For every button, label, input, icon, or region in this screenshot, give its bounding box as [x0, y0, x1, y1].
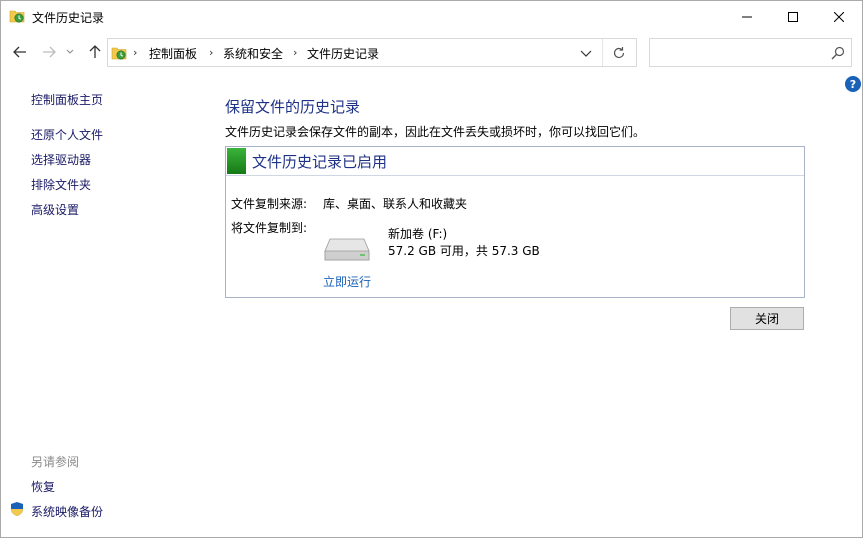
- address-divider: [602, 39, 603, 66]
- up-button[interactable]: [85, 43, 105, 61]
- sidebar-item-recovery[interactable]: 恢复: [31, 478, 55, 495]
- search-icon: [831, 46, 845, 60]
- arrow-right-icon: [43, 46, 56, 58]
- source-label: 文件复制来源:: [231, 197, 308, 211]
- drive-icon: [324, 238, 370, 261]
- panel-header: 文件历史记录已启用: [226, 147, 804, 176]
- breadcrumb-control-panel[interactable]: 控制面板: [149, 45, 197, 62]
- breadcrumb-system-security[interactable]: 系统和安全: [223, 45, 283, 62]
- navigation-bar: › 控制面板 › 系统和安全 › 文件历史记录: [1, 35, 862, 69]
- target-label: 将文件复制到:: [231, 221, 308, 235]
- chevron-down-icon[interactable]: [578, 45, 594, 61]
- address-bar[interactable]: › 控制面板 › 系统和安全 › 文件历史记录: [107, 38, 637, 67]
- file-history-icon: [111, 47, 127, 60]
- status-indicator: [227, 148, 246, 174]
- see-also-heading: 另请参阅: [31, 455, 80, 469]
- file-history-window: 文件历史记录 › 控制面板 › 系统和安全 › 文件历史记录 ? 控制面板主页 …: [0, 0, 863, 538]
- help-button[interactable]: ?: [845, 76, 861, 92]
- arrow-up-icon: [89, 45, 101, 58]
- chevron-down-icon: [66, 49, 74, 54]
- source-value: 库、桌面、联系人和收藏夹: [323, 197, 468, 211]
- arrow-left-icon: [13, 46, 26, 58]
- breadcrumb-file-history[interactable]: 文件历史记录: [307, 45, 379, 62]
- recent-locations-button[interactable]: [63, 43, 77, 61]
- page-description: 文件历史记录会保存文件的副本，因此在文件丢失或损坏时，你可以找回它们。: [225, 125, 646, 139]
- drive-name: 新加卷 (F:): [388, 227, 448, 241]
- page-title: 保留文件的历史记录: [225, 98, 361, 116]
- forward-button[interactable]: [39, 43, 59, 61]
- sidebar-item-select-drive[interactable]: 选择驱动器: [31, 151, 91, 168]
- maximize-button[interactable]: [770, 1, 816, 32]
- status-title: 文件历史记录已启用: [252, 153, 388, 171]
- file-history-icon: [9, 10, 25, 23]
- title-bar: 文件历史记录: [1, 1, 862, 32]
- minimize-button[interactable]: [724, 1, 770, 32]
- file-history-status-panel: 文件历史记录已启用 文件复制来源: 库、桌面、联系人和收藏夹 将文件复制到: 新…: [225, 146, 805, 298]
- close-window-button[interactable]: [816, 1, 862, 32]
- maximize-icon: [788, 11, 798, 22]
- search-input[interactable]: [649, 38, 852, 67]
- sidebar-item-control-panel-home[interactable]: 控制面板主页: [31, 91, 103, 108]
- sidebar-item-system-image-backup[interactable]: 系统映像备份: [31, 503, 103, 520]
- chevron-right-icon[interactable]: ›: [209, 46, 213, 59]
- close-icon: [834, 11, 844, 22]
- refresh-icon[interactable]: [611, 45, 627, 61]
- sidebar-item-restore-files[interactable]: 还原个人文件: [31, 126, 103, 143]
- back-button[interactable]: [10, 43, 30, 61]
- sidebar-item-advanced-settings[interactable]: 高级设置: [31, 201, 79, 218]
- chevron-right-icon[interactable]: ›: [293, 46, 297, 59]
- sidebar-item-exclude-folders[interactable]: 排除文件夹: [31, 176, 91, 193]
- chevron-right-icon[interactable]: ›: [133, 46, 137, 59]
- drive-space: 57.2 GB 可用，共 57.3 GB: [388, 244, 540, 258]
- close-button[interactable]: 关闭: [730, 307, 804, 330]
- window-title: 文件历史记录: [32, 11, 105, 25]
- shield-icon: [11, 502, 23, 516]
- run-now-link[interactable]: 立即运行: [323, 273, 371, 290]
- minimize-icon: [742, 16, 752, 17]
